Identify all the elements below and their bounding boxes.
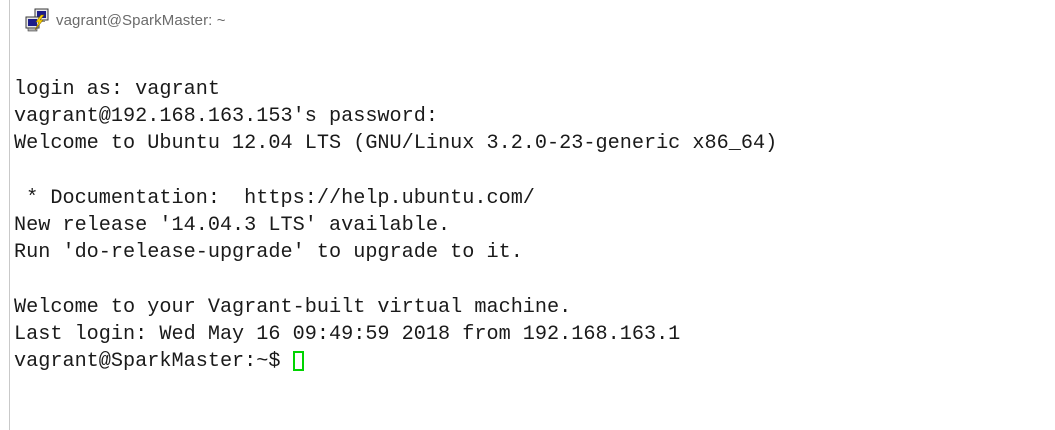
terminal-line: * Documentation: https://help.ubuntu.com… (14, 186, 535, 210)
terminal-line: vagrant@192.168.163.153's password: (14, 105, 439, 129)
terminal-line: login as: vagrant (14, 78, 220, 101)
terminal-cursor[interactable] (292, 351, 304, 372)
terminal-line: Run 'do-release-upgrade' to upgrade to i… (14, 241, 523, 265)
terminal-prompt-line[interactable]: vagrant@SparkMaster:~$ (14, 348, 1050, 375)
terminal-line: New release '14.04.3 LTS' available. (14, 213, 451, 237)
window-titlebar[interactable]: vagrant@SparkMaster: ~ (24, 3, 226, 37)
putty-icon (25, 8, 49, 32)
terminal-line: Last login: Wed May 16 09:49:59 2018 fro… (14, 322, 681, 346)
terminal-line: Welcome to your Vagrant-built virtual ma… (14, 295, 572, 319)
window-left-border (9, 0, 10, 430)
window-title: vagrant@SparkMaster: ~ (56, 11, 226, 29)
terminal-line: Welcome to Ubuntu 12.04 LTS (GNU/Linux 3… (14, 132, 778, 156)
shell-prompt: vagrant@SparkMaster:~$ (14, 349, 281, 373)
terminal-window: vagrant@SparkMaster: ~ login as: vagrant… (0, 0, 1055, 430)
terminal-output[interactable]: login as: vagrant vagrant@192.168.163.15… (14, 76, 1050, 375)
